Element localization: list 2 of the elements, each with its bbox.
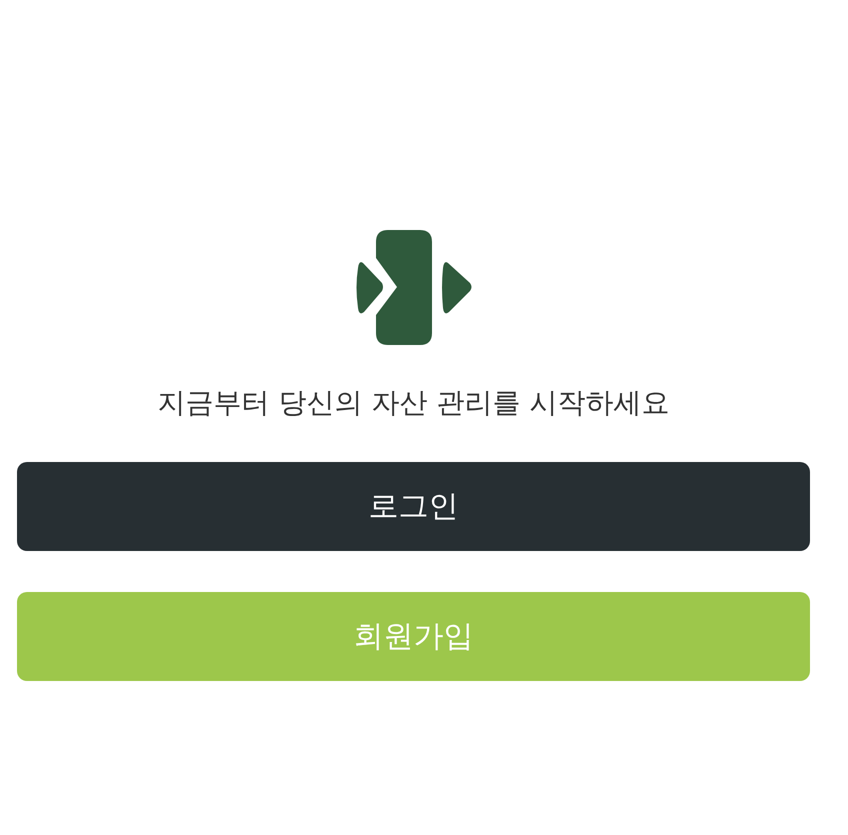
- tagline-text: 지금부터 당신의 자산 관리를 시작하세요: [158, 385, 670, 421]
- login-button[interactable]: 로그인: [17, 462, 810, 551]
